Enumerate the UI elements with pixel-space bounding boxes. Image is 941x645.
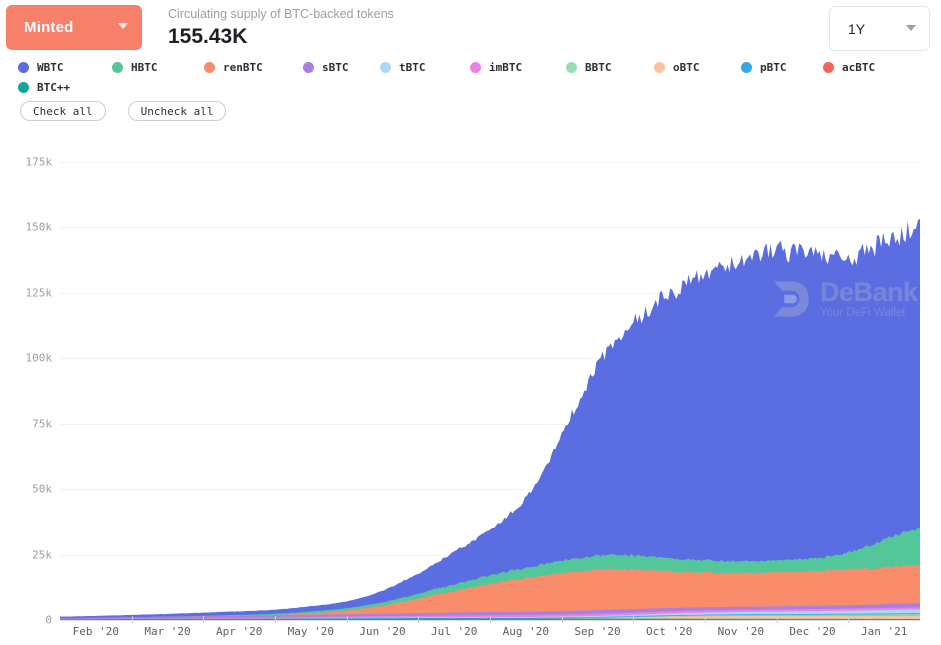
x-tick-mark [848,616,850,623]
legend-color-dot [18,61,29,73]
legend-color-dot [654,61,665,73]
legend-color-dot [470,61,481,73]
uncheck-all-button[interactable]: Uncheck all [127,101,227,121]
legend-items: WBTC HBTC renBTC sBTC tBTC imBTC BBTC oBTC pBTC a… [18,58,928,98]
chart-subtitle: Circulating supply of BTC-backed tokens [168,7,394,21]
legend-item-imbtc[interactable]: imBTC [470,58,522,76]
y-tick-label: 50k [32,482,52,496]
y-tick-label: 25k [32,548,52,562]
x-tick-label: Mar '20 [144,625,191,638]
x-tick-label: Aug '20 [502,625,550,638]
chart-legend: WBTC HBTC renBTC sBTC tBTC imBTC BBTC oBTC pBTC a… [18,58,928,98]
x-tick-mark [490,616,491,623]
legend-label: HBTC [131,60,158,74]
debank-logo-icon [774,281,809,317]
x-tick-label: Jan '21 [860,625,908,638]
x-axis-labels: Feb '20 Mar '20 Apr '20 May '20 Jun '20 Jul '… [0,616,941,645]
legend-item-bbtc[interactable]: BBTC [566,58,612,76]
legend-item-wbtc[interactable]: WBTC [18,58,64,76]
x-tick-mark [705,616,706,623]
time-range-select[interactable]: 1Y [829,6,930,51]
legend-color-dot [112,61,123,73]
x-tick-label: Feb '20 [72,625,120,638]
check-all-button[interactable]: Check all [20,101,106,121]
y-tick-label: 150k [25,220,53,234]
watermark-name: DeBank [820,277,918,307]
legend-color-dot [823,61,834,73]
legend-label: BBTC [585,60,612,74]
chart-area[interactable]: 0 25k 50k 75k 100k 125k 150k 175k Feb '20 Mar '2… [0,130,941,638]
chevron-down-icon [906,25,916,31]
legend-color-dot [204,61,215,73]
minted-dropdown-label: Minted [24,19,74,36]
legend-color-dot [566,61,577,73]
x-tick-mark [203,616,205,623]
header-text-block: Circulating supply of BTC-backed tokens … [168,6,394,49]
time-range-label: 1Y [848,20,866,37]
legend-item-acbtc[interactable]: acBTC [823,58,875,76]
legend-label: pBTC [760,60,787,74]
minted-dropdown-button[interactable]: Minted [6,5,142,50]
legend-label: tBTC [399,60,426,74]
legend-item-obtc[interactable]: oBTC [654,58,700,76]
x-tick-label: Jul '20 [430,625,478,638]
x-tick-mark [418,616,420,623]
y-tick-label: 175k [25,155,53,169]
y-axis-labels: 0 25k 50k 75k 100k 125k 150k 175k [0,156,53,627]
legend-color-dot [18,81,29,93]
y-tick-label: 125k [25,286,53,300]
legend-label: sBTC [322,60,349,74]
x-tick-label: Dec '20 [789,625,836,638]
x-tick-mark [561,616,563,623]
legend-color-dot [380,61,391,73]
chart-header: Minted Circulating supply of BTC-backed … [0,0,941,56]
legend-label: renBTC [223,60,263,74]
legend-item-sbtc[interactable]: sBTC [303,58,349,76]
stacked-area-plot[interactable] [60,162,920,620]
legend-label: WBTC [37,60,64,74]
x-tick-mark [633,616,635,623]
x-tick-label: Apr '20 [215,625,263,638]
debank-watermark: DeBank Your DeFi Wallet [770,278,918,320]
legend-item-tbtc[interactable]: tBTC [380,58,426,76]
watermark-text: DeBank Your DeFi Wallet [820,278,918,320]
legend-label: acBTC [842,60,876,74]
chart-total-value: 155.43K [168,25,248,48]
legend-label: imBTC [489,60,523,74]
legend-item-renbtc[interactable]: renBTC [204,58,263,76]
x-tick-label: Oct '20 [645,625,693,638]
legend-label: oBTC [673,60,700,74]
legend-color-dot [303,61,314,73]
x-tick-label: May '20 [287,625,335,638]
legend-label: BTC++ [37,80,71,94]
legend-controls: Check all Uncheck all [20,101,227,121]
x-tick-label: Jun '20 [359,625,406,638]
legend-item-pbtc[interactable]: pBTC [741,58,787,76]
legend-color-dot [741,61,752,73]
x-tick-label: Sep '20 [574,625,621,638]
x-tick-mark [776,616,778,623]
y-tick-label: 75k [32,417,52,431]
x-tick-mark [346,616,348,623]
legend-item-btcplusplus[interactable]: BTC++ [18,78,70,96]
area-series-svg [60,219,920,620]
legend-item-hbtc[interactable]: HBTC [112,58,158,76]
watermark-tagline: Your DeFi Wallet [820,307,906,319]
x-tick-mark [275,616,276,623]
chevron-down-icon [118,23,128,29]
x-tick-label: Nov '20 [717,625,765,638]
y-tick-label: 100k [25,351,53,365]
x-tick-mark [131,616,133,623]
